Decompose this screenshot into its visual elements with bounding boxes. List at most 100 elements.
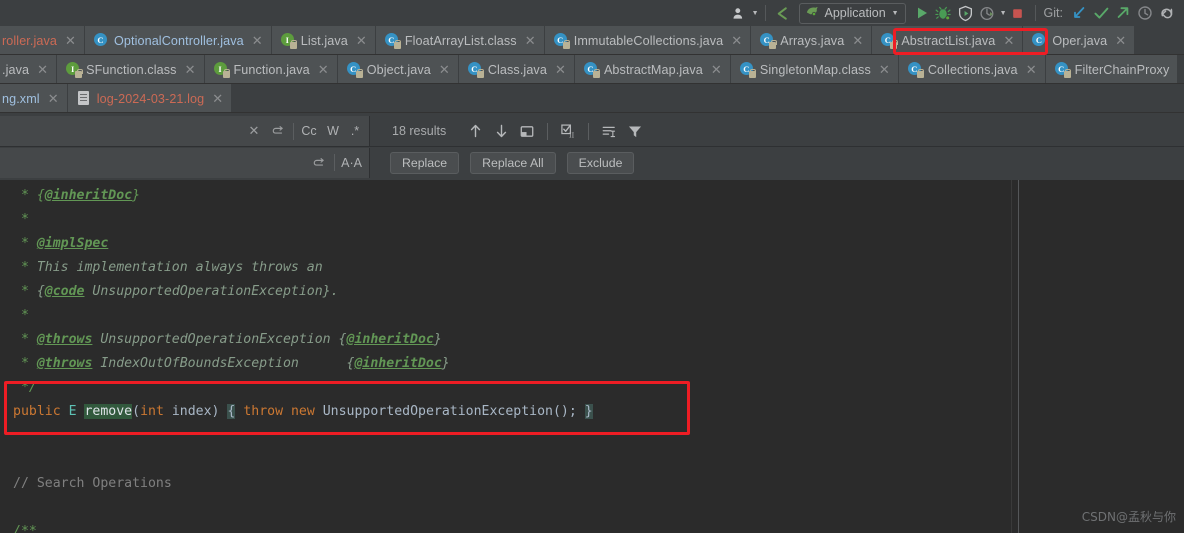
editor-tab[interactable]: roller.java ✕ [0, 26, 85, 55]
code-content[interactable]: * {@inheritDoc} * * @implSpec * This imp… [0, 180, 593, 533]
toolbar-divider [547, 122, 549, 140]
editor-tab[interactable]: I SFunction.class ✕ [57, 55, 205, 84]
open-in-new-window-icon[interactable] [514, 119, 540, 143]
class-file-icon: C [467, 62, 485, 78]
close-icon[interactable]: ✕ [48, 92, 59, 105]
watermark: CSDN@孟秋与你 [1081, 510, 1176, 524]
tab-label: List.java [300, 33, 348, 48]
stop-icon[interactable] [1007, 3, 1029, 23]
editor-tab[interactable]: C Object.java ✕ [337, 55, 459, 84]
close-icon[interactable]: ✕ [1115, 34, 1126, 47]
code-token: E [68, 404, 85, 419]
tab-label: FilterChainProxy [1074, 62, 1170, 77]
git-history-icon[interactable] [1134, 3, 1156, 23]
git-commit-icon[interactable] [1090, 3, 1112, 23]
editor-tab[interactable]: C OptionalController.java ✕ [85, 26, 272, 55]
replace-history-icon[interactable] [307, 151, 331, 175]
filter-icon[interactable] [622, 119, 648, 143]
code-token: * [13, 356, 37, 371]
close-icon[interactable]: ✕ [212, 92, 223, 105]
close-icon[interactable]: ✕ [439, 63, 450, 76]
code-token: IndexOutOfBoundsException [92, 356, 347, 371]
code-token: * [13, 188, 37, 203]
clear-search-icon[interactable]: ✕ [242, 119, 266, 143]
profile-button[interactable]: ▼ [977, 2, 1007, 24]
close-icon[interactable]: ✕ [318, 63, 329, 76]
code-editor[interactable]: * {@inheritDoc} * * @implSpec * This imp… [0, 180, 1184, 533]
close-icon[interactable]: ✕ [37, 63, 48, 76]
in-selection-icon[interactable]: II [555, 119, 581, 143]
chevron-down-icon: ▼ [751, 9, 759, 17]
git-update-project-icon[interactable] [1068, 3, 1090, 23]
editor-tab[interactable]: C FloatArrayList.class ✕ [375, 26, 545, 55]
code-token: } [132, 188, 141, 203]
editor-tab[interactable]: C ImmutableCollections.java ✕ [544, 26, 752, 55]
editor-tabs: roller.java ✕ C OptionalController.java … [0, 26, 1184, 113]
regex-toggle[interactable]: .* [345, 120, 369, 142]
run-icon[interactable] [911, 3, 933, 23]
match-case-toggle[interactable]: Cc [297, 120, 321, 142]
user-avatar-icon [729, 3, 751, 23]
code-token: @implSpec [36, 236, 109, 251]
editor-tab[interactable]: ng.xml ✕ [0, 84, 68, 113]
editor-tab[interactable]: C Class.java ✕ [458, 55, 575, 84]
code-token: * [13, 332, 37, 347]
code-line: * @throws UnsupportedOperationException … [13, 328, 593, 352]
code-token: { [338, 332, 347, 347]
replace-all-button[interactable]: Replace All [470, 151, 556, 174]
close-icon[interactable]: ✕ [252, 34, 263, 47]
field-divider [334, 154, 336, 171]
close-icon[interactable]: ✕ [879, 63, 890, 76]
words-toggle[interactable]: W [321, 120, 345, 142]
editor-tab[interactable]: C Oper.java ✕ [1023, 26, 1136, 55]
run-with-coverage-icon[interactable] [955, 3, 977, 23]
editor-tab[interactable]: .java ✕ [0, 55, 58, 84]
run-config-label: Application [824, 6, 886, 20]
tab-label: ng.xml [2, 91, 40, 106]
close-icon[interactable]: ✕ [356, 34, 367, 47]
close-icon[interactable]: ✕ [852, 34, 863, 47]
editor-tab[interactable]: C AbstractMap.java ✕ [574, 55, 731, 84]
close-icon[interactable]: ✕ [1003, 34, 1014, 47]
git-rollback-icon[interactable] [1156, 3, 1178, 23]
git-label: Git: [1043, 6, 1063, 20]
search-input[interactable]: ✕ Cc W .* [0, 116, 370, 146]
close-icon[interactable]: ✕ [711, 63, 722, 76]
arrow-down-icon[interactable] [488, 119, 514, 143]
code-line: * {@inheritDoc} [13, 184, 593, 208]
editor-tab[interactable]: C Collections.java ✕ [898, 55, 1046, 84]
code-line: // Search Operations [13, 472, 593, 496]
close-icon[interactable]: ✕ [185, 63, 196, 76]
editor-tab[interactable]: I List.java ✕ [271, 26, 376, 55]
close-icon[interactable]: ✕ [1026, 63, 1037, 76]
editor-tab[interactable]: I Function.java ✕ [204, 55, 338, 84]
close-icon[interactable]: ✕ [731, 34, 742, 47]
code-token: throw new [243, 404, 323, 419]
git-push-icon[interactable] [1112, 3, 1134, 23]
editor-tab[interactable]: log-2024-03-21.log ✕ [67, 84, 233, 113]
editor-tab[interactable]: C SingletonMap.class ✕ [730, 55, 899, 84]
code-token: ) [211, 404, 228, 419]
run-configuration-selector[interactable]: Application ▼ [798, 2, 906, 24]
close-icon[interactable]: ✕ [555, 63, 566, 76]
filter-list-icon[interactable] [596, 119, 622, 143]
back-arrow-icon[interactable] [772, 3, 794, 23]
results-count: 18 results [392, 124, 447, 138]
replace-input[interactable]: A·A [0, 147, 370, 178]
preserve-case-toggle[interactable]: A·A [338, 152, 369, 174]
editor-tab[interactable]: C Arrays.java ✕ [751, 26, 873, 55]
search-history-icon[interactable] [266, 119, 290, 143]
editor-tab-abstractlist-selected[interactable]: C AbstractList.java ✕ [872, 26, 1024, 56]
debug-icon[interactable] [933, 3, 955, 23]
arrow-up-icon[interactable] [462, 119, 488, 143]
replace-button[interactable]: Replace [390, 151, 460, 174]
exclude-button[interactable]: Exclude [566, 151, 635, 174]
code-line: * @throws IndexOutOfBoundsException {@in… [13, 352, 593, 376]
close-icon[interactable]: ✕ [525, 34, 536, 47]
editor-tab[interactable]: C FilterChainProxy [1045, 55, 1179, 84]
user-menu-button[interactable]: ▼ [729, 2, 759, 24]
tab-label: log-2024-03-21.log [96, 91, 205, 106]
code-token: * [13, 212, 29, 227]
close-icon[interactable]: ✕ [65, 34, 76, 47]
